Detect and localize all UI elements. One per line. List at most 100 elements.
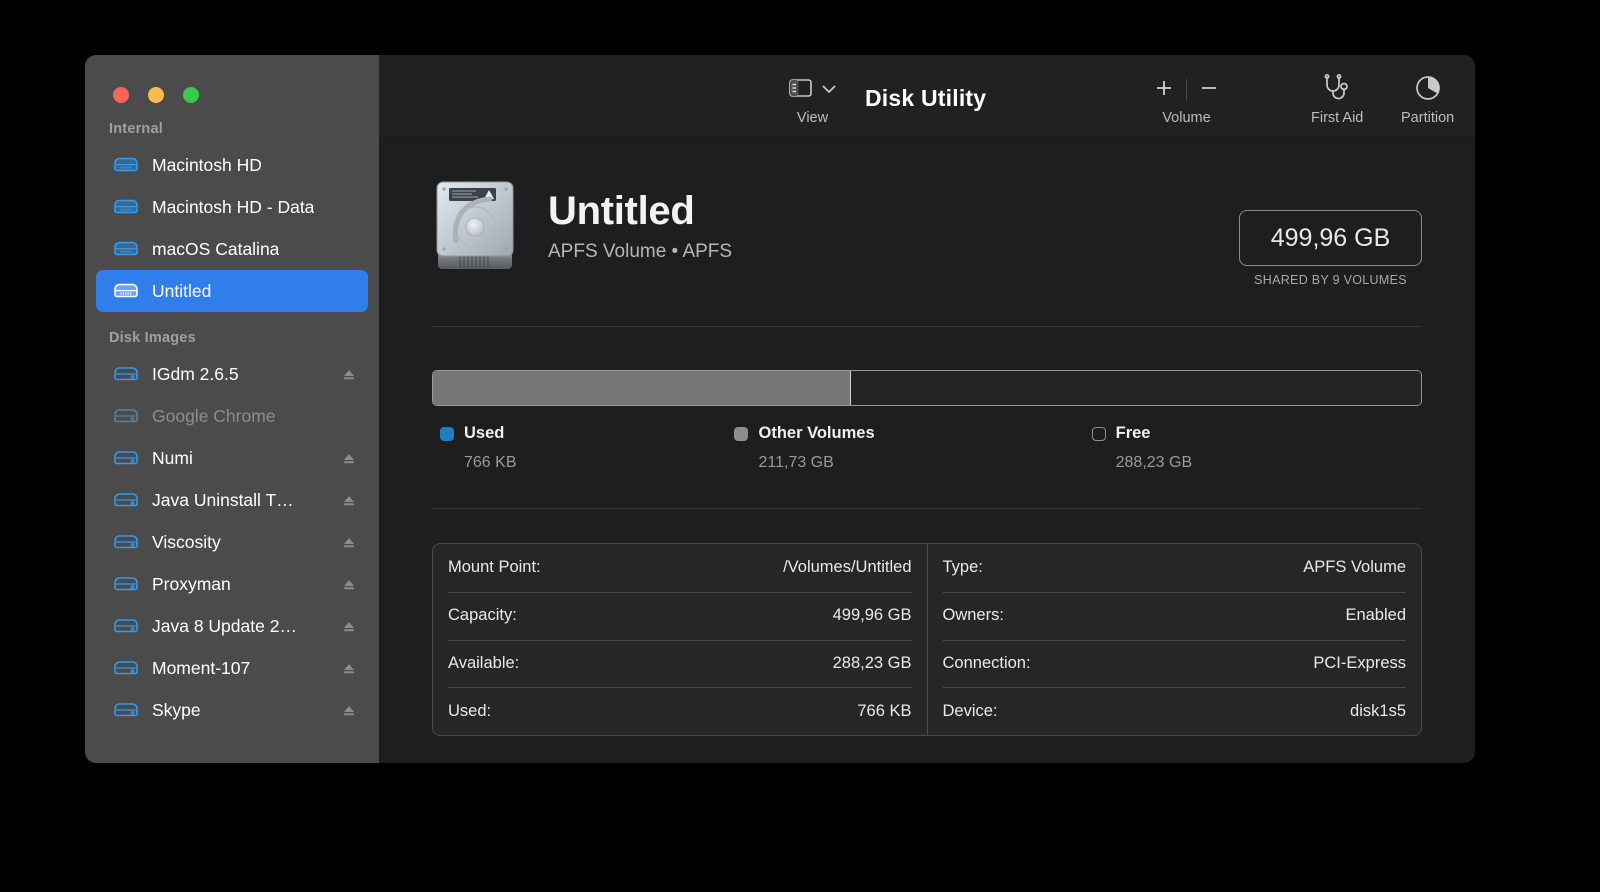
sidebar-item-moment-107[interactable]: Moment-107 [96, 647, 368, 689]
window-controls [85, 55, 379, 103]
disk-image-icon [113, 574, 139, 594]
sidebar-item-macintosh-hd[interactable]: Macintosh HD [96, 144, 368, 186]
sidebar-item-label: Google Chrome [152, 405, 276, 426]
screen: Internal Macintosh HD Macintosh HD - Dat… [0, 0, 1600, 892]
info-row: Capacity: 499,96 GB [448, 591, 912, 640]
toolbar: View Disk Utility Volume First Aid Parti… [379, 55, 1475, 137]
page-title: Disk Utility [865, 85, 987, 111]
sidebar-item-label: Java 8 Update 2… [152, 615, 297, 636]
info-row: Available: 288,23 GB [448, 639, 912, 688]
info-row: Mount Point: /Volumes/Untitled [448, 544, 912, 592]
legend-item-free: Free 288,23 GB [1091, 424, 1192, 472]
capacity-segment-free [851, 371, 1421, 405]
legend-swatch [1091, 426, 1106, 441]
eject-icon[interactable] [342, 703, 356, 717]
info-key: Connection: [942, 653, 1031, 672]
legend-swatch [734, 426, 749, 441]
info-key: Device: [942, 701, 998, 720]
legend-label: Used [464, 424, 505, 442]
volume-names: Untitled APFS Volume • APFS [548, 189, 732, 263]
info-value: 499,96 GB [832, 606, 912, 625]
info-value: Enabled [1345, 606, 1406, 625]
internal-drive-icon [113, 281, 139, 301]
info-value: PCI-Express [1313, 653, 1406, 672]
divider-top [432, 326, 1422, 327]
disk-image-icon [113, 406, 139, 426]
disk-image-icon [113, 448, 139, 468]
view-button[interactable]: View [789, 75, 836, 126]
sidebar-item-label: Skype [152, 699, 201, 720]
disk-image-icon [113, 700, 139, 720]
internal-drive-icon [113, 155, 139, 175]
eject-icon[interactable] [342, 493, 356, 507]
partition-button[interactable]: Partition [1401, 75, 1454, 126]
sidebar-list: Internal Macintosh HD Macintosh HD - Dat… [85, 103, 379, 731]
minimize-button[interactable] [148, 87, 164, 103]
first-aid-label: First Aid [1311, 110, 1364, 126]
sidebar-item-label: Macintosh HD [152, 154, 262, 175]
sidebar-item-skype[interactable]: Skype [96, 689, 368, 731]
first-aid-button[interactable]: First Aid [1311, 73, 1364, 126]
disk-image-icon [113, 616, 139, 636]
legend-value: 211,73 GB [758, 454, 834, 471]
sidebar-item-macintosh-hd-data[interactable]: Macintosh HD - Data [96, 186, 368, 228]
info-key: Mount Point: [448, 558, 541, 577]
eject-icon[interactable] [342, 451, 356, 465]
sidebar-item-label: Proxyman [152, 573, 231, 594]
sidebar-item-numi[interactable]: Numi [96, 437, 368, 479]
volume-label: Volume [1162, 110, 1211, 126]
eject-icon[interactable] [342, 577, 356, 591]
sidebar-item-macos-catalina[interactable]: macOS Catalina [96, 228, 368, 270]
info-table-left-column: Mount Point: /Volumes/Untitled Capacity: … [433, 544, 927, 735]
capacity-segment-other-volumes [433, 371, 852, 405]
sidebar-item-igdm-2-6-5[interactable]: IGdm 2.6.5 [96, 353, 368, 395]
volume-detail: Untitled APFS Volume • APFS 499,96 GB SH… [379, 137, 1475, 763]
info-row: Used: 766 KB [448, 687, 912, 735]
remove-volume-button[interactable] [1199, 78, 1219, 103]
sidebar-item-viscosity[interactable]: Viscosity [96, 521, 368, 563]
info-row: Connection: PCI-Express [942, 639, 1406, 688]
disk-utility-window: Internal Macintosh HD Macintosh HD - Dat… [85, 55, 1475, 763]
stethoscope-icon [1322, 73, 1352, 107]
info-value: /Volumes/Untitled [783, 558, 912, 577]
info-table-right-column: Type: APFS Volume Owners: Enabled Connecti… [926, 544, 1422, 735]
sidebar-item-label: IGdm 2.6.5 [152, 363, 239, 384]
eject-icon[interactable] [342, 661, 356, 675]
capacity-badge-value: 499,96 GB [1270, 223, 1391, 252]
eject-icon[interactable] [342, 619, 356, 633]
sidebar-item-label: Macintosh HD - Data [152, 196, 315, 217]
sidebar-item-label: Numi [152, 447, 193, 468]
eject-icon[interactable] [342, 535, 356, 549]
info-value: APFS Volume [1303, 558, 1406, 577]
shared-volumes-note: SHARED BY 9 VOLUMES [1254, 273, 1407, 287]
pie-chart-icon [1415, 75, 1441, 106]
sidebar-item-untitled[interactable]: Untitled [96, 270, 368, 312]
sidebar-item-java-uninstall-t[interactable]: Java Uninstall T… [96, 479, 368, 521]
capacity-legend: Used 766 KB Other Volumes 211,73 GB Free… [432, 424, 1422, 472]
capacity-badge: 499,96 GB [1239, 210, 1422, 266]
divider-bottom [432, 508, 1422, 509]
main-panel: View Disk Utility Volume First Aid Parti… [379, 55, 1475, 763]
close-button[interactable] [113, 87, 129, 103]
add-volume-button[interactable] [1154, 78, 1174, 103]
info-table: Mount Point: /Volumes/Untitled Capacity: … [432, 543, 1422, 736]
zoom-button[interactable] [183, 87, 199, 103]
eject-icon[interactable] [342, 367, 356, 381]
sidebar-section-header: Internal [109, 121, 163, 137]
info-row: Device: disk1s5 [942, 687, 1406, 735]
chevron-down-icon[interactable] [822, 81, 836, 99]
info-key: Capacity: [448, 606, 517, 625]
sidebar-item-proxyman[interactable]: Proxyman [96, 563, 368, 605]
sidebar-item-google-chrome[interactable]: Google Chrome [96, 395, 368, 437]
info-key: Available: [448, 653, 520, 672]
internal-drive-icon [113, 197, 139, 217]
info-key: Type: [942, 558, 983, 577]
legend-swatch [440, 426, 454, 441]
sidebar-toggle-icon[interactable] [789, 78, 812, 102]
volume-name: Untitled [548, 189, 695, 233]
info-row: Owners: Enabled [942, 591, 1406, 640]
info-key: Owners: [942, 606, 1004, 625]
legend-item-other-volumes: Other Volumes 211,73 GB [734, 424, 875, 472]
volume-group: Volume [1154, 75, 1219, 126]
sidebar-item-java-8-update-2[interactable]: Java 8 Update 2… [96, 605, 368, 647]
